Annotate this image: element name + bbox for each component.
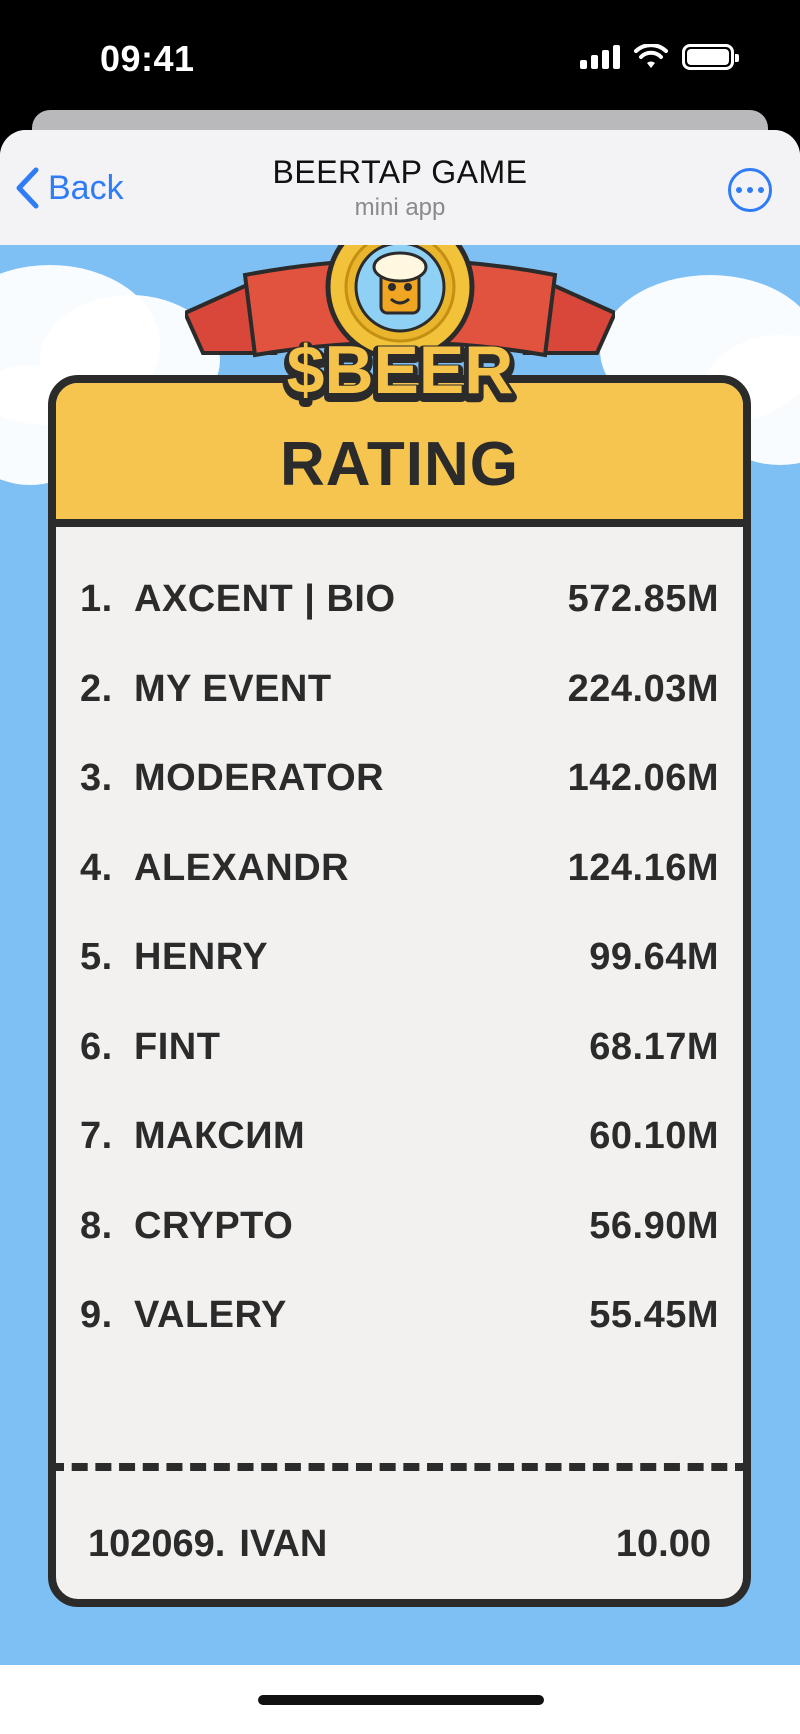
status-bar: 09:41	[0, 0, 800, 110]
app-subtitle: mini app	[354, 194, 446, 221]
more-options-button[interactable]	[728, 168, 772, 212]
game-area: RATING 1. AXCENT | BIO 572.85M 2. MY EVENT…	[0, 245, 800, 1665]
player-name: МАКСИМ	[134, 1115, 306, 1158]
leaderboard-row: 8. CRYPTO 56.90M	[80, 1182, 719, 1272]
current-user-rank: 102069.	[88, 1523, 226, 1565]
player-name: CRYPTO	[134, 1204, 294, 1247]
mug-foam	[372, 251, 428, 283]
more-dot-icon	[758, 187, 764, 193]
logo-text: $BEER	[287, 332, 514, 408]
rank: 9.	[80, 1294, 113, 1337]
nav-header: Back BEERTAP GAME mini app	[0, 130, 800, 245]
current-user-score: 10.00	[615, 1523, 711, 1565]
rank: 8.	[80, 1204, 113, 1247]
player-name: ALEXANDR	[134, 846, 350, 889]
mini-app-sheet: Back BEERTAP GAME mini app RATING 1. AXCE…	[0, 130, 800, 1734]
leaderboard-row: 2. MY EVENT 224.03M	[80, 645, 719, 735]
leaderboard-row: 5. HENRY 99.64M	[80, 913, 719, 1003]
player-score: 124.16M	[567, 846, 719, 889]
leaderboard-row: 9. VALERY 55.45M	[80, 1271, 719, 1361]
leaderboard-row: 7. МАКСИМ 60.10M	[80, 1092, 719, 1182]
player-name: MODERATOR	[134, 757, 385, 800]
battery-icon	[682, 44, 739, 70]
wifi-icon	[634, 44, 668, 68]
rank: 7.	[80, 1115, 113, 1158]
more-dot-icon	[736, 187, 742, 193]
rating-title: RATING	[279, 430, 520, 499]
rank: 1.	[80, 578, 113, 621]
rank: 2.	[80, 667, 113, 710]
rating-panel: RATING 1. AXCENT | BIO 572.85M 2. MY EVENT…	[48, 375, 751, 1607]
current-user-name: IVAN	[239, 1523, 328, 1565]
home-area	[0, 1665, 800, 1734]
leaderboard-row: 6. FINT 68.17M	[80, 1003, 719, 1093]
player-score: 142.06M	[567, 757, 719, 800]
player-score: 99.64M	[589, 936, 719, 979]
cellular-signal-icon	[580, 45, 620, 69]
home-indicator[interactable]	[258, 1695, 544, 1705]
leaderboard-row: 1. AXCENT | BIO 572.85M	[80, 555, 719, 645]
player-score: 224.03M	[567, 667, 719, 710]
player-name: HENRY	[134, 936, 269, 979]
player-name: MY EVENT	[134, 667, 332, 710]
rank: 5.	[80, 936, 113, 979]
player-score: 56.90M	[589, 1204, 719, 1247]
app-title: BEERTAP GAME	[272, 154, 528, 190]
player-score: 55.45M	[589, 1294, 719, 1337]
player-name: VALERY	[134, 1294, 287, 1337]
rank: 4.	[80, 846, 113, 889]
beer-logo: $BEER $BEER	[185, 245, 615, 410]
player-name: FINT	[134, 1025, 221, 1068]
player-score: 572.85M	[567, 578, 719, 621]
player-score: 60.10M	[589, 1115, 719, 1158]
status-time: 09:41	[100, 38, 195, 79]
rank: 6.	[80, 1025, 113, 1068]
more-dot-icon	[747, 187, 753, 193]
player-name: AXCENT | BIO	[134, 578, 396, 621]
current-user-row: 102069. IVAN 10.00	[88, 1523, 711, 1566]
dashed-divider	[56, 1463, 743, 1471]
status-icons	[580, 44, 739, 70]
rank: 3.	[80, 757, 113, 800]
leaderboard-list: 1. AXCENT | BIO 572.85M 2. MY EVENT 224.03…	[80, 555, 719, 1361]
player-score: 68.17M	[589, 1025, 719, 1068]
leaderboard-row: 3. MODERATOR 142.06M	[80, 734, 719, 824]
leaderboard-row: 4. ALEXANDR 124.16M	[80, 824, 719, 914]
